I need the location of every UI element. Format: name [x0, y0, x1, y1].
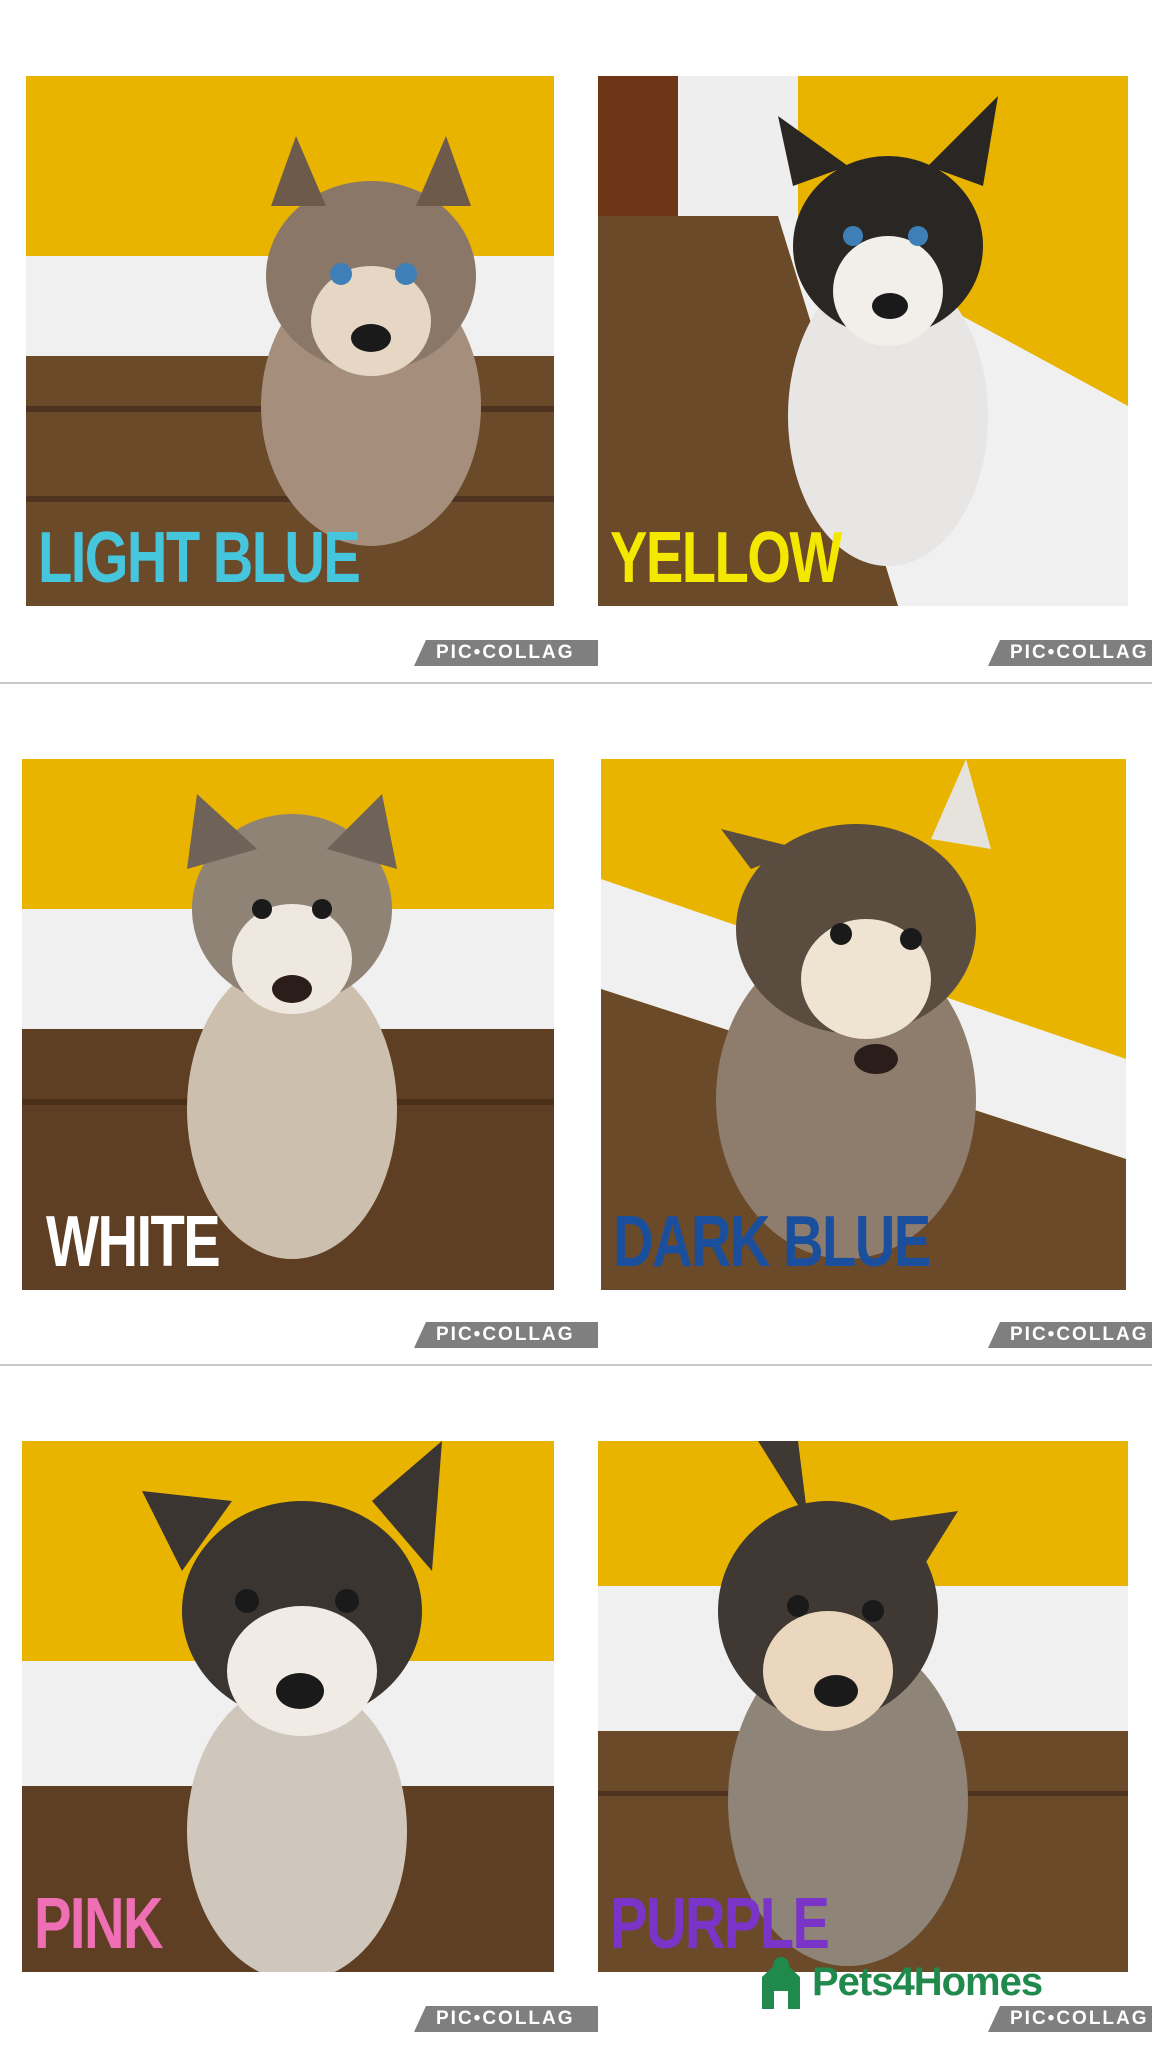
pic-collage-watermark: PIC•COLLAG: [414, 2006, 598, 2032]
puppy-label: LIGHT BLUE: [38, 518, 361, 598]
pic-collage-watermark: PIC•COLLAG: [988, 2006, 1152, 2032]
puppy-photo-dark-blue: DARK BLUE: [601, 759, 1126, 1290]
puppy-photo-purple: PURPLE: [598, 1441, 1128, 1972]
pets4homes-logo: Pets4Homes: [758, 1955, 1043, 2009]
puppy-photo-pink: PINK: [22, 1441, 554, 1972]
puppy-photo-yellow: YELLOW: [598, 76, 1128, 606]
collage-row-3: PINK PURPLE PIC•COLLAG PIC•COLLAG: [0, 1366, 1152, 2049]
pets4homes-brand-name: Pets4Homes: [812, 1959, 1043, 2004]
puppy-photo-white: WHITE: [22, 759, 554, 1290]
pic-collage-watermark: PIC•COLLAG: [988, 1322, 1152, 1348]
puppy-label: DARK BLUE: [613, 1202, 931, 1282]
pets4homes-house-icon: [762, 1957, 800, 2009]
pic-collage-watermark: PIC•COLLAG: [414, 1322, 598, 1348]
puppy-photo-light-blue: LIGHT BLUE: [26, 76, 554, 606]
pic-collage-watermark: PIC•COLLAG: [414, 640, 598, 666]
puppy-label: PINK: [34, 1884, 164, 1964]
collage-row-2: WHITE DARK BLUE PIC•COLLAG PIC•COLLAG: [0, 684, 1152, 1367]
pic-collage-watermark: PIC•COLLAG: [988, 640, 1152, 666]
puppy-label: YELLOW: [610, 518, 842, 598]
puppy-label: PURPLE: [610, 1884, 830, 1964]
puppy-label: WHITE: [46, 1202, 221, 1282]
collage-row-1: LIGHT BLUE YELLOW PIC•COLLAG PIC•COLLAG: [0, 0, 1152, 683]
